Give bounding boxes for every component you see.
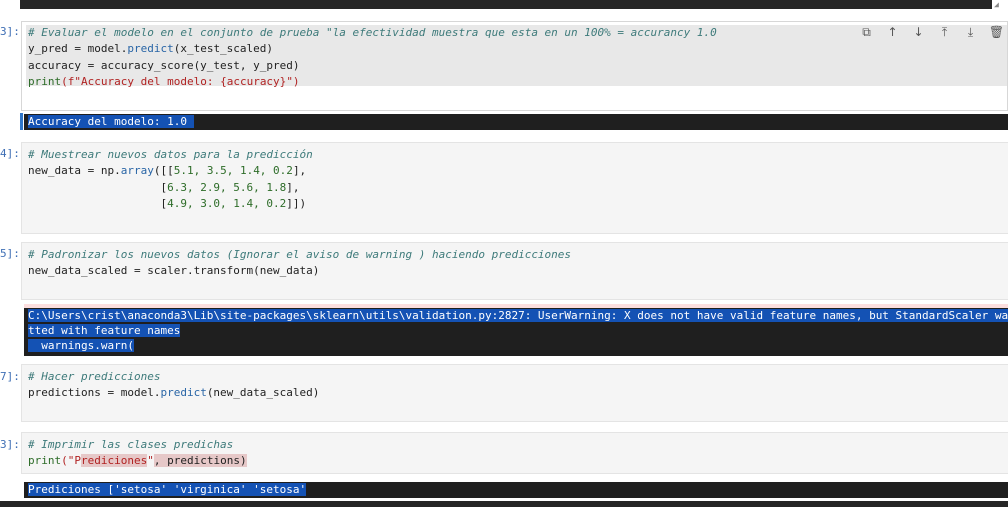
code-function: predict — [127, 42, 174, 56]
insert-above-icon[interactable]: ⤒ — [934, 24, 955, 40]
code-function: predict — [160, 386, 207, 400]
execution-count-2: 4]: — [0, 147, 20, 160]
code-comment: # Padronizar los nuevos datos (Ignorar e… — [28, 248, 572, 261]
duplicate-icon[interactable]: ⧉ — [856, 24, 877, 40]
output-text: Prediciones ['setosa' 'virginica' 'setos… — [28, 483, 307, 496]
execution-count-4: 7]: — [0, 370, 20, 383]
delete-icon[interactable]: 🗑 — [986, 24, 1007, 40]
code-number: 5.1, 3.5, 1.4, 0.2 — [173, 164, 293, 178]
code-number: 4.9, 3.0, 1.4, 0.2 — [167, 196, 287, 210]
code-line: ], — [292, 164, 307, 178]
code-line: y_pred = model. — [28, 42, 128, 56]
code-string: ") — [286, 74, 300, 88]
previous-output-edge — [20, 0, 992, 9]
move-down-icon[interactable]: ↓ — [908, 24, 929, 40]
code-string-selected: rediciones — [81, 454, 148, 468]
code-line: ]]) — [286, 196, 307, 210]
code-line: accuracy = accuracy_score(y_test, y_pred… — [28, 58, 300, 72]
code-line: (x_test_scaled) — [173, 42, 274, 56]
code-cell-3-text[interactable]: # Padronizar los nuevos datos (Ignorar e… — [28, 247, 571, 280]
warning-output: C:\Users\crist\anaconda3\Lib\site-packag… — [24, 304, 1008, 356]
execution-count-3: 5]: — [0, 247, 20, 260]
code-line: [ — [28, 180, 168, 194]
code-line: ], — [286, 180, 300, 194]
insert-below-icon[interactable]: ⤓ — [960, 24, 981, 40]
code-line: ([[ — [153, 164, 174, 178]
code-line: predictions = model. — [28, 386, 161, 400]
warning-line: tted with feature names — [28, 324, 181, 337]
code-line: , predictions) — [153, 454, 247, 468]
execution-count-5: 3]: — [0, 438, 20, 451]
output-cell-1: Accuracy del modelo: 1.0 — [24, 114, 1008, 130]
code-cell-2-text[interactable]: # Muestrear nuevos datos para la predicc… — [28, 147, 313, 212]
code-comment: # Hacer predicciones — [28, 370, 161, 383]
output-text: Accuracy del modelo: 1.0 — [28, 115, 194, 128]
code-string: (f"Accuracy del modelo: — [61, 74, 221, 88]
code-function: print — [28, 74, 62, 88]
code-cell-5-text[interactable]: # Imprimir las clases predichas print("P… — [28, 437, 247, 470]
execution-count-1: 3]: — [0, 25, 20, 38]
resize-grip-icon[interactable]: ◢ — [994, 0, 1006, 10]
bottom-edge — [0, 501, 1008, 507]
code-line: new_data = np. — [28, 164, 121, 178]
code-number: 6.3, 2.9, 5.6, 1.8 — [167, 180, 287, 194]
code-line: [ — [28, 196, 168, 210]
code-line: new_data_scaled = scaler.transform(new_d… — [28, 264, 320, 278]
code-string: " — [147, 454, 154, 468]
output-cell-5: Prediciones ['setosa' 'virginica' 'setos… — [24, 482, 1008, 498]
move-up-icon[interactable]: ↑ — [882, 24, 903, 40]
code-line: (new_data_scaled) — [206, 386, 320, 400]
top-scroll-edge: ◢ — [0, 0, 1008, 10]
code-cell-4-text[interactable]: # Hacer predicciones predictions = model… — [28, 369, 319, 402]
warning-line: warnings.warn( — [28, 339, 134, 352]
code-cell-1-text[interactable]: # Evaluar el modelo en el conjunto de pr… — [28, 25, 717, 90]
warning-line: C:\Users\crist\anaconda3\Lib\site-packag… — [28, 309, 1008, 322]
code-comment: # Imprimir las clases predichas — [28, 438, 234, 451]
cell-selection-bar[interactable] — [20, 113, 23, 130]
code-function: array — [120, 164, 154, 178]
code-function: print — [28, 454, 62, 468]
code-format-field: {accuracy} — [220, 74, 287, 88]
code-comment: # Evaluar el modelo en el conjunto de pr… — [28, 26, 717, 39]
code-string: ("P — [61, 454, 81, 468]
cell-toolbar: ⧉ ↑ ↓ ⤒ ⤓ 🗑 — [856, 24, 1007, 40]
code-comment: # Muestrear nuevos datos para la predicc… — [28, 148, 313, 161]
